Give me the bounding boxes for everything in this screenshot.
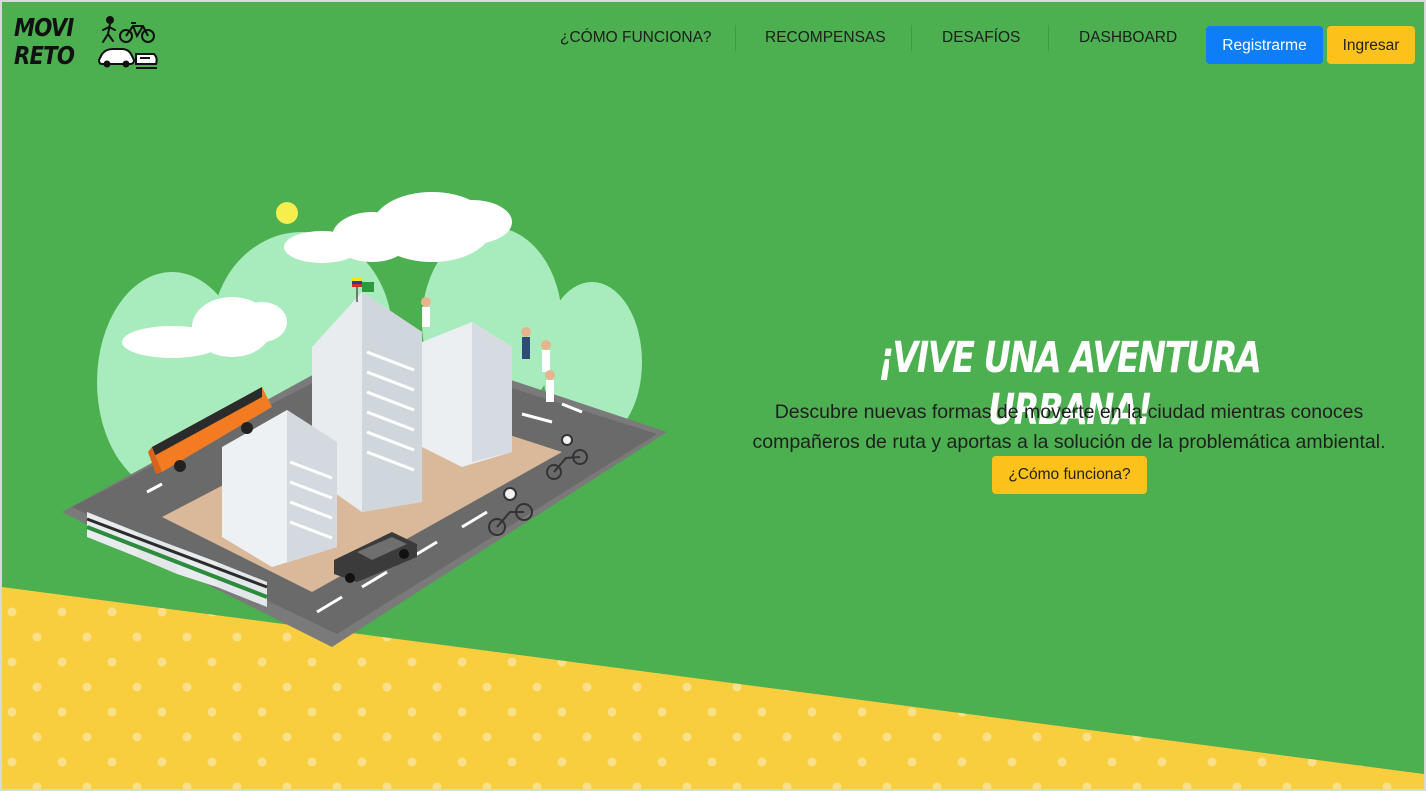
- nav-desafios[interactable]: DESAFÍOS: [942, 26, 1020, 50]
- logo-line-1: MOVI: [14, 13, 74, 42]
- nav-como-funciona[interactable]: ¿CÓMO FUNCIONA?: [560, 26, 712, 50]
- nav-dashboard[interactable]: DASHBOARD: [1079, 26, 1177, 50]
- car-icon: [98, 48, 136, 68]
- sun: [276, 202, 298, 224]
- logo-transport-icons: [98, 16, 158, 69]
- how-it-works-button[interactable]: ¿Cómo funciona?: [992, 456, 1147, 494]
- logo-line-2: RETO: [14, 41, 75, 70]
- logo-wordmark: MOVI RETO: [14, 13, 75, 70]
- nav-divider: [911, 25, 912, 51]
- hero-description: Descubre nuevas formas de moverte en la …: [752, 401, 1386, 453]
- bicycle-icon: [119, 22, 155, 43]
- city-illustration: [62, 192, 667, 647]
- site-header: MOVI RETO ¿CÓMO FUNCIONA? RECOMPENSAS DE…: [2, 2, 1424, 84]
- nav-recompensas[interactable]: RECOMPENSAS: [765, 26, 886, 50]
- login-button[interactable]: Ingresar: [1327, 26, 1415, 64]
- landing-page: MOVI RETO ¿CÓMO FUNCIONA? RECOMPENSAS DE…: [2, 2, 1424, 789]
- nav-divider: [1048, 25, 1049, 51]
- brand-logo[interactable]: MOVI RETO: [14, 13, 158, 76]
- train-icon: [135, 53, 158, 69]
- pedestrian-icon: [102, 16, 116, 43]
- register-button[interactable]: Registrarme: [1206, 26, 1323, 64]
- nav-divider: [735, 25, 736, 51]
